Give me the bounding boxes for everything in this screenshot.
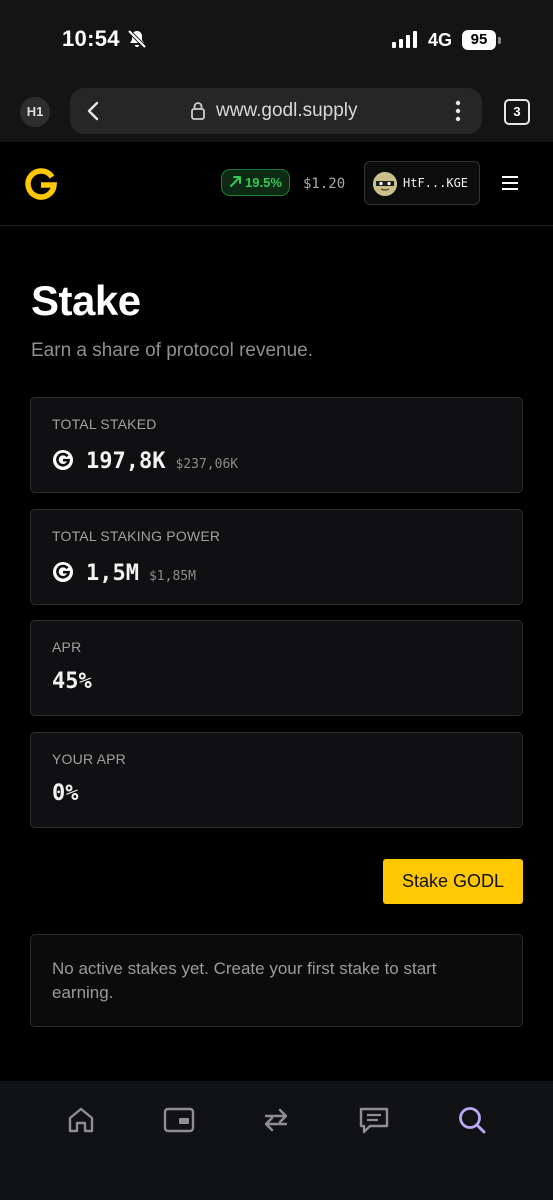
price-change-badge: 19.5% [221,169,290,196]
browser-bar: H1 www.godl.supply 3 [0,80,553,142]
empty-stakes-message: No active stakes yet. Create your first … [30,934,523,1027]
profile-avatar[interactable]: H1 [20,97,50,127]
swap-arrows-icon [265,1108,288,1132]
stat-card-apr: APR 45% [30,620,523,716]
godl-logo-icon[interactable] [24,168,58,207]
stat-label: TOTAL STAKED [52,416,157,432]
signal-bars-icon [392,30,417,48]
stat-card-total-staking-power: TOTAL STAKING POWER 1,5M $1,85M [30,509,523,605]
tabs-button[interactable]: 3 [504,99,530,125]
stat-card-total-staked: TOTAL STAKED 197,8K $237,06K [30,397,523,493]
stat-value-row: 197,8K $237,06K [52,446,238,474]
wallet-avatar [373,172,397,196]
nav-swap[interactable] [254,1098,298,1142]
back-chevron-icon[interactable] [84,100,104,127]
wallet-button[interactable]: HtF...KGE [364,161,480,205]
stat-label: YOUR APR [52,751,126,767]
hamburger-menu-icon[interactable] [500,175,520,196]
battery-icon: 95 [462,30,496,50]
status-time: 10:54 [62,26,120,51]
search-icon [459,1107,486,1134]
stat-value: 0% [52,781,79,806]
message-icon [360,1107,389,1134]
wallet-icon [163,1107,194,1133]
stat-value: 1,5M [86,561,139,586]
stat-card-your-apr: YOUR APR 0% [30,732,523,828]
nav-search[interactable] [450,1098,494,1142]
bottom-nav [0,1081,553,1200]
url-text[interactable]: www.godl.supply [216,100,358,122]
stat-value-row: 1,5M $1,85M [52,558,196,586]
stat-value: 45% [52,669,92,694]
stat-label: APR [52,639,82,655]
wallet-address: HtF...KGE [403,176,469,190]
url-bar[interactable]: www.godl.supply [70,88,482,134]
nav-wallet[interactable] [157,1098,201,1142]
page-title: Stake [31,277,141,324]
godl-coin-icon [53,450,73,470]
bell-slash-icon [127,29,147,54]
stat-value-row: 0% [52,781,79,806]
more-vertical-icon[interactable] [454,99,462,128]
stat-value-row: 45% [52,669,92,694]
price-change-value: 19.5% [245,175,282,190]
app-header: 19.5% $1.20 HtF...KGE [0,142,553,226]
network-label: 4G [428,30,453,50]
status-bar: 10:54 4G 95 [0,0,553,80]
lock-icon [190,101,206,126]
stake-godl-button[interactable]: Stake GODL [383,859,523,904]
stat-label: TOTAL STAKING POWER [52,528,221,544]
godl-coin-icon [53,562,73,582]
token-price: $1.20 [303,176,346,192]
battery-cap [498,37,501,44]
nav-messages[interactable] [352,1098,396,1142]
page-subtitle: Earn a share of protocol revenue. [31,340,314,361]
stat-usd: $1,85M [148,569,196,584]
stat-value: 197,8K [86,449,166,474]
home-icon [68,1107,94,1133]
trend-up-arrow-icon [229,174,243,191]
nav-home[interactable] [59,1098,103,1142]
stat-usd: $237,06K [175,457,239,472]
